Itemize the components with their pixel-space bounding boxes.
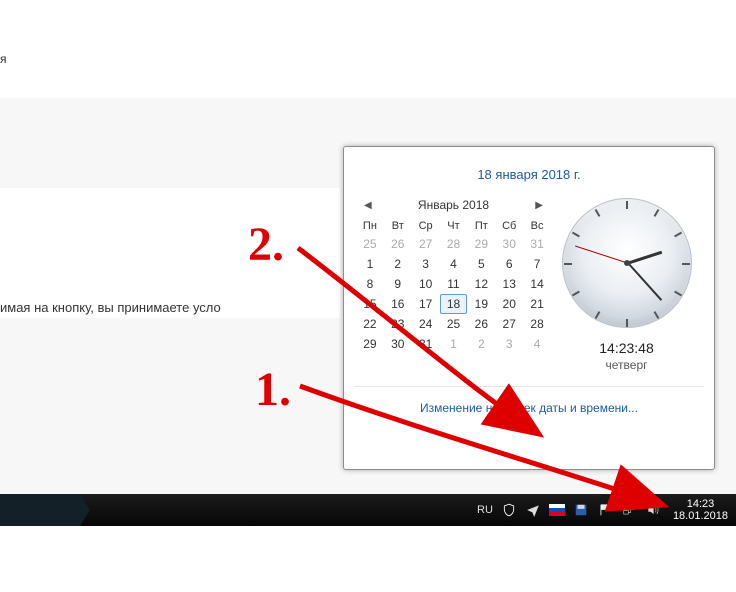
calendar-day[interactable]: 3 [412,254,440,274]
weekday-header: Вс [523,218,551,234]
content-block-mid [0,188,340,318]
next-month-icon[interactable]: ▶ [531,200,547,211]
content-block-top: я [0,0,736,98]
weekday-label: четверг [606,358,648,372]
calendar-day[interactable]: 27 [495,314,523,334]
calendar-day[interactable]: 11 [440,274,468,294]
calendar-day[interactable]: 9 [384,274,412,294]
language-indicator[interactable]: RU [477,504,493,516]
calendar-day[interactable]: 24 [412,314,440,334]
calendar-day[interactable]: 15 [356,294,384,314]
calendar-day[interactable]: 1 [440,334,468,354]
calendar-day[interactable]: 6 [495,254,523,274]
calendar-day[interactable]: 23 [384,314,412,334]
calendar-day[interactable]: 7 [523,254,551,274]
month-label[interactable]: Январь 2018 [418,198,489,212]
calendar-day[interactable]: 22 [356,314,384,334]
datetime-popup: 18 января 2018 г. ◀ Январь 2018 ▶ ПнВтСр… [343,146,715,470]
tray-clock[interactable]: 14:23 18.01.2018 [669,498,728,522]
clock-second-hand [575,246,628,264]
calendar: ◀ Январь 2018 ▶ ПнВтСрЧтПтСбВс2526272829… [356,196,551,372]
calendar-day[interactable]: 28 [523,314,551,334]
tray-date: 18.01.2018 [673,510,728,522]
calendar-day[interactable]: 25 [440,314,468,334]
calendar-day[interactable]: 31 [412,334,440,354]
calendar-day[interactable]: 28 [440,234,468,254]
digital-time: 14:23:48 [599,340,654,356]
system-tray: RU 14:23 18.01.2018 [477,498,736,522]
calendar-day-today[interactable]: 18 [440,294,468,314]
volume-icon[interactable] [645,502,661,518]
calendar-day[interactable]: 27 [412,234,440,254]
calendar-day[interactable]: 3 [495,334,523,354]
calendar-day[interactable]: 8 [356,274,384,294]
change-datetime-link[interactable]: Изменение настроек даты и времени... [344,387,714,427]
network-icon[interactable] [621,502,637,518]
calendar-day[interactable]: 16 [384,294,412,314]
calendar-day[interactable]: 17 [412,294,440,314]
calendar-day[interactable]: 10 [412,274,440,294]
taskbar-app-region[interactable] [0,494,80,526]
calendar-day[interactable]: 2 [384,254,412,274]
prev-month-icon[interactable]: ◀ [360,200,376,211]
disk-icon[interactable] [573,502,589,518]
calendar-grid: ПнВтСрЧтПтСбВс25262728293031123456789101… [356,218,551,354]
calendar-day[interactable]: 21 [523,294,551,314]
partial-text-ya: я [0,52,7,66]
calendar-day[interactable]: 26 [384,234,412,254]
calendar-day[interactable]: 2 [467,334,495,354]
calendar-day[interactable]: 14 [523,274,551,294]
calendar-day[interactable]: 26 [467,314,495,334]
calendar-day[interactable]: 29 [356,334,384,354]
weekday-header: Пн [356,218,384,234]
weekday-header: Сб [495,218,523,234]
calendar-day[interactable]: 1 [356,254,384,274]
weekday-header: Чт [440,218,468,234]
calendar-day[interactable]: 20 [495,294,523,314]
calendar-day[interactable]: 19 [467,294,495,314]
clock-center [624,260,630,266]
calendar-day[interactable]: 30 [495,234,523,254]
weekday-header: Пт [467,218,495,234]
analog-clock [562,198,692,328]
shield-icon[interactable] [501,502,517,518]
weekday-header: Вт [384,218,412,234]
calendar-day[interactable]: 12 [467,274,495,294]
calendar-day[interactable]: 4 [523,334,551,354]
clock-panel: 14:23:48 четверг [551,196,702,372]
popup-body: ◀ Январь 2018 ▶ ПнВтСрЧтПтСбВс2526272829… [344,182,714,380]
month-nav: ◀ Январь 2018 ▶ [356,196,551,218]
clock-minute-hand [627,262,662,300]
calendar-day[interactable]: 29 [467,234,495,254]
ru-flag-icon[interactable] [549,502,565,518]
calendar-day[interactable]: 31 [523,234,551,254]
clock-hour-hand [628,251,662,265]
calendar-day[interactable]: 5 [467,254,495,274]
calendar-day[interactable]: 25 [356,234,384,254]
taskbar: RU 14:23 18.01.2018 [0,494,736,526]
calendar-day[interactable]: 13 [495,274,523,294]
calendar-day[interactable]: 30 [384,334,412,354]
tray-time: 14:23 [673,498,728,510]
weekday-header: Ср [412,218,440,234]
plane-icon[interactable] [525,502,541,518]
flag-icon[interactable] [597,502,613,518]
terms-text: имая на кнопку, вы принимаете усло [0,300,221,315]
date-header: 18 января 2018 г. [344,147,714,182]
calendar-day[interactable]: 4 [440,254,468,274]
